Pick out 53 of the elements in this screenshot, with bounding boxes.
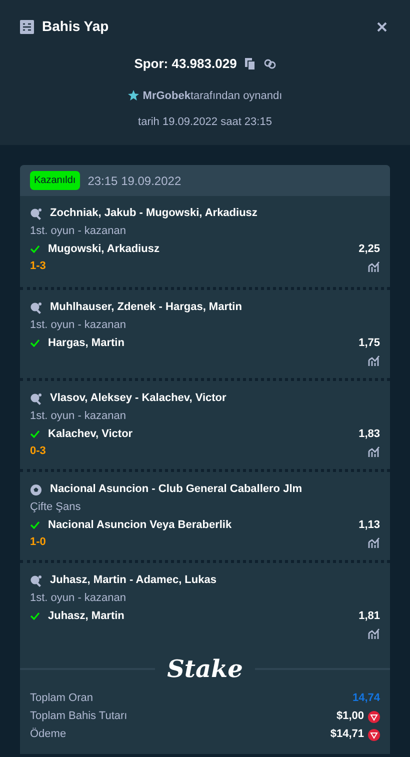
odds-value: 1,81 bbox=[358, 608, 380, 624]
odds-value: 2,25 bbox=[358, 242, 380, 257]
paddle-icon bbox=[30, 574, 42, 586]
soccer-ball-icon bbox=[30, 484, 42, 496]
event-name[interactable]: Zochniak, Jakub - Mugowski, Arkadiusz bbox=[50, 205, 258, 222]
odds-value: 1,75 bbox=[358, 336, 380, 351]
selection-name: Mugowski, Arkadiusz bbox=[48, 242, 160, 257]
copy-icon[interactable] bbox=[244, 58, 256, 70]
betslip-icon bbox=[20, 20, 34, 34]
coin-icon bbox=[368, 728, 380, 740]
total-value: 14,74 bbox=[352, 691, 380, 706]
link-icon[interactable] bbox=[264, 58, 276, 70]
bet-date: tarih 19.09.2022 saat 23:15 bbox=[137, 115, 273, 130]
event-name[interactable]: Vlasov, Aleksey - Kalachev, Victor bbox=[50, 390, 226, 407]
star-icon bbox=[128, 90, 139, 102]
odds-value: 1,13 bbox=[358, 518, 380, 533]
close-icon bbox=[377, 22, 387, 32]
score: 0-3 bbox=[30, 444, 46, 460]
stake-logo: Stake bbox=[167, 657, 243, 681]
bet-id: Spor: 43.983.029 bbox=[134, 55, 237, 73]
stats-icon[interactable] bbox=[368, 536, 380, 548]
modal-title: Bahis Yap bbox=[42, 17, 109, 36]
selection-name: Nacional Asuncion Veya Beraberlik bbox=[48, 518, 232, 533]
bet-time: 23:15 19.09.2022 bbox=[88, 172, 182, 190]
selection-name: Kalachev, Victor bbox=[48, 426, 133, 442]
event-name[interactable]: Nacional Asuncion - Club General Caballero Jlm bbox=[50, 481, 302, 498]
stats-icon[interactable] bbox=[368, 354, 380, 366]
market-name: 1st. oyun - kazanan bbox=[30, 591, 128, 606]
event-name[interactable]: Muhlhauser, Zdenek - Hargas, Martin bbox=[50, 299, 242, 316]
stats-icon[interactable] bbox=[368, 628, 380, 640]
paddle-icon bbox=[30, 208, 42, 220]
selection-name: Juhasz, Martin bbox=[48, 608, 124, 624]
paddle-icon bbox=[30, 392, 42, 404]
total-label: Ödeme bbox=[30, 726, 66, 742]
total-value: $14,71 bbox=[330, 727, 364, 742]
market-name: 1st. oyun - kazanan bbox=[30, 409, 128, 424]
market-name: 1st. oyun - kazanan bbox=[30, 224, 128, 239]
paddle-icon bbox=[30, 302, 42, 314]
stats-icon[interactable] bbox=[368, 446, 380, 458]
total-label: Toplam Bahis Tutarı bbox=[30, 709, 128, 724]
stats-icon[interactable] bbox=[368, 260, 380, 272]
total-label: Toplam Oran bbox=[30, 691, 93, 706]
coin-icon bbox=[368, 710, 380, 722]
score: 1-0 bbox=[30, 535, 46, 550]
market-name: Çifte Şans bbox=[30, 500, 82, 515]
selection-name: Hargas, Martin bbox=[48, 336, 124, 351]
event-name[interactable]: Juhasz, Martin - Adamec, Lukas bbox=[50, 572, 216, 589]
score: 1-3 bbox=[30, 259, 46, 274]
market-name: 1st. oyun - kazanan bbox=[30, 318, 128, 333]
status-badge: Kazanıldı bbox=[30, 171, 80, 190]
played-by-text: MrGobektarafından oynandı bbox=[142, 88, 282, 104]
odds-value: 1,83 bbox=[358, 426, 380, 442]
total-value: $1,00 bbox=[336, 709, 364, 724]
